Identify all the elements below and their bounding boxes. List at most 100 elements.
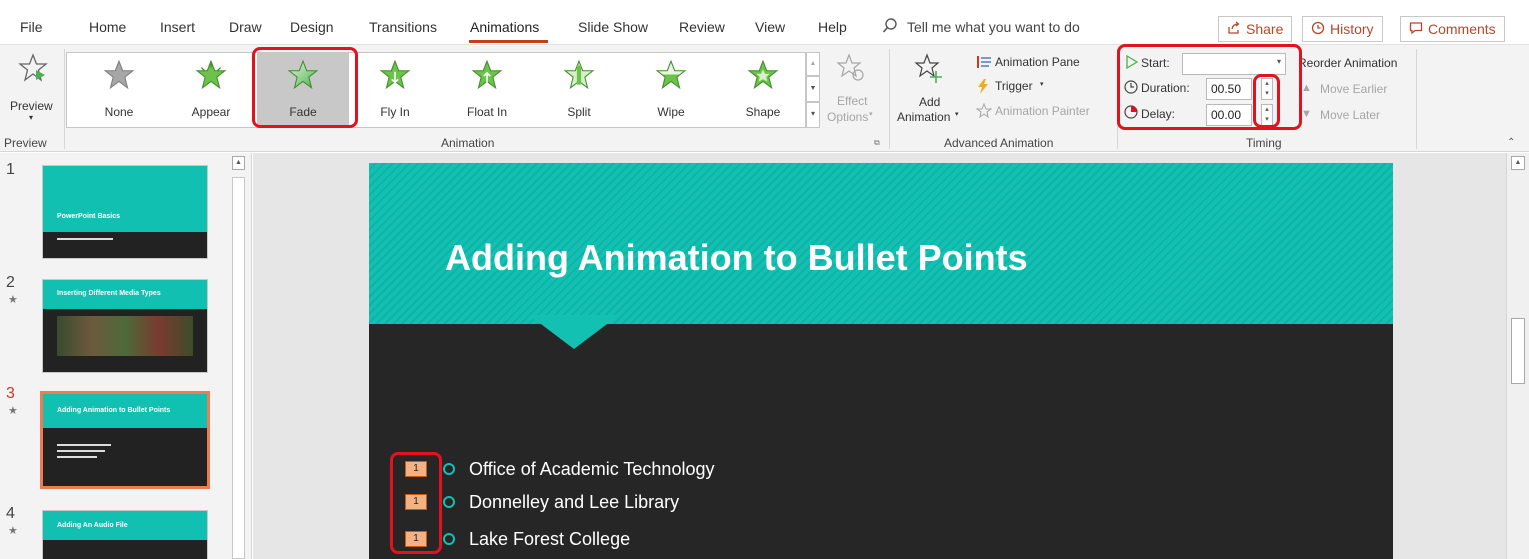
slide-thumbnail-4[interactable]: Adding An Audio File xyxy=(42,510,208,559)
gallery-item-none[interactable]: None xyxy=(73,53,165,127)
thumbnail-bullet-line xyxy=(57,444,111,446)
chevron-down-icon: ▾ xyxy=(1040,81,1044,88)
start-label: Start: xyxy=(1141,56,1170,70)
powerpoint-window: File Home Insert Draw Design Transitions… xyxy=(0,0,1529,559)
tab-file[interactable]: File xyxy=(20,19,43,35)
bullet-item[interactable]: 1 Office of Academic Technology xyxy=(405,456,714,482)
bullet-item[interactable]: 1 Donnelley and Lee Library xyxy=(405,489,679,515)
thumbnail-photo xyxy=(57,316,193,356)
clock-icon xyxy=(1124,80,1138,97)
triangle-up-icon: ▲ xyxy=(1301,82,1312,94)
scroll-up-icon[interactable]: ▲ xyxy=(1511,156,1525,170)
slide-thumbnail-1[interactable]: PowerPoint Basics xyxy=(42,165,208,259)
gallery-item-appear[interactable]: Appear xyxy=(165,53,257,127)
slide-thumbnail-3[interactable]: Adding Animation to Bullet Points xyxy=(40,391,210,489)
gallery-scroll-up[interactable]: ▲ xyxy=(806,52,820,76)
tab-view[interactable]: View xyxy=(755,19,785,35)
tab-transitions[interactable]: Transitions xyxy=(369,19,437,35)
slide-thumbnail-2[interactable]: Inserting Different Media Types xyxy=(42,279,208,373)
slide-thumbnail-pane: 1 PowerPoint Basics 2 ★ Inserting Differ… xyxy=(0,153,252,559)
thumbnail-bullet-line xyxy=(57,456,97,458)
thumbnail-bullet-line xyxy=(57,450,105,452)
gallery-item-float-in[interactable]: Float In xyxy=(441,53,533,127)
duration-input[interactable]: 00.50 xyxy=(1206,78,1252,100)
gallery-item-fade[interactable]: Fade xyxy=(257,53,349,127)
gallery-item-wipe[interactable]: Wipe xyxy=(625,53,717,127)
star-wipe-icon xyxy=(655,59,687,94)
delay-label: Delay: xyxy=(1141,107,1176,121)
gallery-label: Wipe xyxy=(657,105,685,119)
comments-button[interactable]: Comments xyxy=(1400,16,1505,42)
delay-input[interactable]: 00.00 xyxy=(1206,104,1252,126)
gallery-item-shape[interactable]: Shape xyxy=(717,53,809,127)
bullet-item[interactable]: 1 Lake Forest College xyxy=(405,526,630,552)
tab-insert[interactable]: Insert xyxy=(160,19,195,35)
thumbnail-subtitle-line xyxy=(57,238,113,240)
tell-me-search[interactable]: Tell me what you want to do xyxy=(907,19,1080,35)
star-floatin-icon xyxy=(471,59,503,94)
star-shape-icon xyxy=(747,59,779,94)
thumbnail-scrollbar[interactable]: ▲ xyxy=(230,153,247,559)
star-fade-icon xyxy=(287,59,319,94)
slide-title[interactable]: Adding Animation to Bullet Points xyxy=(445,237,1028,279)
tab-design[interactable]: Design xyxy=(290,19,334,35)
share-button[interactable]: Share xyxy=(1218,16,1293,42)
tab-draw[interactable]: Draw xyxy=(229,19,262,35)
animation-gallery: None Appear Fade Fly In Float In Split W… xyxy=(66,52,806,128)
chevron-down-icon: ▾ xyxy=(955,111,959,118)
ribbon-animations: Preview ▾ Preview None Appear Fade Fly I… xyxy=(0,44,1529,152)
gallery-more-button[interactable]: ▾ xyxy=(806,102,820,128)
tab-home[interactable]: Home xyxy=(89,19,126,35)
dialog-launcher-icon[interactable]: ⧉ xyxy=(874,138,880,148)
group-label-advanced-animation: Advanced Animation xyxy=(944,136,1054,150)
scrollbar-thumb[interactable] xyxy=(1511,318,1525,384)
bullet-text: Office of Academic Technology xyxy=(469,458,715,479)
animation-order-tag[interactable]: 1 xyxy=(405,461,427,477)
animation-star-icon: ★ xyxy=(8,525,18,537)
animation-order-tag[interactable]: 1 xyxy=(405,531,427,547)
active-tab-underline xyxy=(469,40,548,43)
add-animation-icon xyxy=(914,53,944,88)
tab-animations[interactable]: Animations xyxy=(470,19,539,35)
add-animation-button[interactable]: Add Animation ▾ xyxy=(896,51,962,131)
tab-review[interactable]: Review xyxy=(679,19,725,35)
lightning-icon xyxy=(977,79,989,97)
gallery-label: Fly In xyxy=(380,105,410,119)
scroll-up-icon[interactable]: ▲ xyxy=(232,156,245,170)
history-label: History xyxy=(1330,21,1374,37)
gallery-label: None xyxy=(104,105,134,119)
start-dropdown[interactable]: ▾ xyxy=(1182,53,1286,75)
bullet-text: Lake Forest College xyxy=(469,528,631,549)
triangle-down-icon: ▼ xyxy=(1301,108,1312,120)
thumbnail-title: Inserting Different Media Types xyxy=(57,290,161,297)
star-split-icon xyxy=(563,59,595,94)
collapse-ribbon-icon[interactable]: ⌃ xyxy=(1507,137,1515,148)
preview-dropdown-icon: ▾ xyxy=(29,113,34,122)
slide-canvas[interactable]: Adding Animation to Bullet Points 1 Offi… xyxy=(369,163,1393,559)
animation-order-tag[interactable]: 1 xyxy=(405,494,427,510)
group-separator xyxy=(1416,49,1417,149)
tab-slide-show[interactable]: Slide Show xyxy=(578,19,648,35)
gallery-scroll-down[interactable]: ▼ xyxy=(806,76,820,102)
gallery-label: Float In xyxy=(466,105,508,119)
chevron-down-icon: ▾ xyxy=(1276,57,1281,66)
move-later-label: Move Later xyxy=(1320,108,1381,122)
duration-spinner[interactable]: ▴ ▾ xyxy=(1261,78,1273,100)
gallery-item-split[interactable]: Split xyxy=(533,53,625,127)
slide-number: 3 xyxy=(6,385,15,402)
history-button[interactable]: History xyxy=(1302,16,1383,42)
animation-star-icon: ★ xyxy=(8,294,18,306)
group-label-preview: Preview xyxy=(4,136,47,150)
scrollbar-thumb[interactable] xyxy=(232,177,245,559)
tab-help[interactable]: Help xyxy=(818,19,847,35)
preview-button[interactable]: Preview ▾ xyxy=(4,51,62,131)
group-separator xyxy=(64,49,65,149)
gallery-label: Fade xyxy=(289,105,317,119)
effect-options-label-1: Effect xyxy=(837,94,868,108)
delay-spinner[interactable]: ▴ ▾ xyxy=(1261,104,1273,126)
gallery-item-fly-in[interactable]: Fly In xyxy=(349,53,441,127)
star-none-icon xyxy=(103,59,135,94)
effect-options-button[interactable]: Effect Options ▾ xyxy=(826,51,876,131)
slide-scrollbar[interactable]: ▲ xyxy=(1506,153,1529,559)
bullet-text: Donnelley and Lee Library xyxy=(469,491,680,512)
